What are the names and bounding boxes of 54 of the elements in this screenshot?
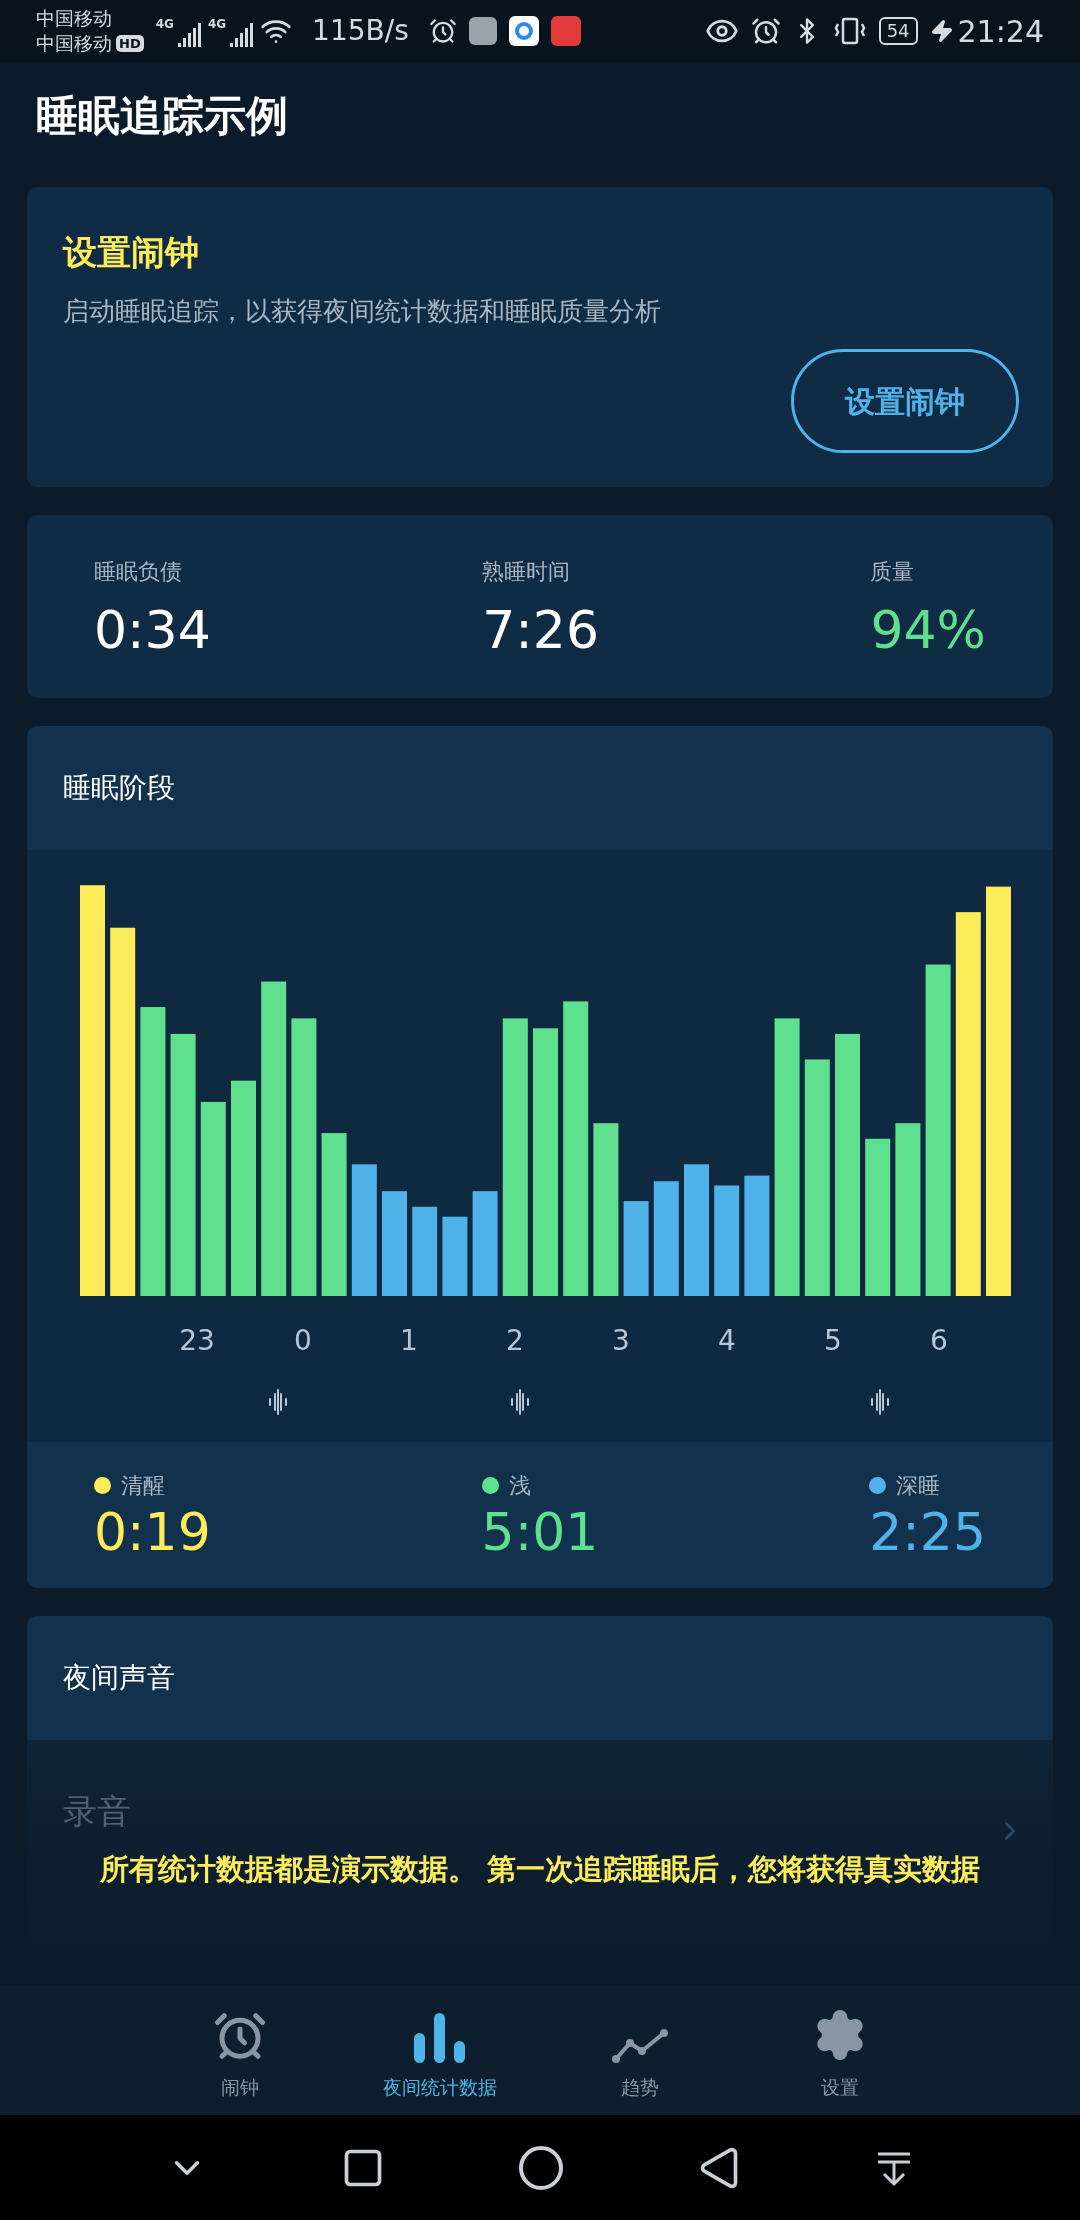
stat-label: 睡眠负债 [94, 558, 183, 586]
card-title: 设置闹钟 [63, 231, 200, 274]
stat-label: 质量 [870, 558, 916, 586]
legend-value: 0:19 [94, 1501, 211, 1562]
hour-label: 5 [823, 1323, 843, 1359]
network-type: 4G [155, 16, 174, 33]
battery-level: 54 [878, 17, 918, 45]
stat-value: 94% [870, 602, 986, 658]
nav-tab[interactable]: 趋势 [540, 1985, 740, 2115]
stat-value: 0:34 [94, 602, 211, 658]
stat-value: 7:26 [482, 602, 599, 658]
demo-data-notice: 所有统计数据都是演示数据。 第一次追踪睡眠后，您将获得真实数据 [99, 1851, 981, 1888]
hour-label: 4 [717, 1323, 737, 1359]
clock-time: 21:24 [957, 12, 1044, 51]
card-title: 夜间声音 [63, 1660, 175, 1696]
vibrate-icon [832, 16, 867, 46]
legend-label: 清醒 [121, 1471, 165, 1500]
network-speed: 115B/s [312, 13, 409, 49]
set-alarm-button[interactable]: 设置闹钟 [791, 349, 1019, 453]
app-icon [468, 17, 497, 45]
legend-label: 深睡 [896, 1471, 941, 1500]
hour-label: 2 [505, 1323, 525, 1359]
carrier-name: 中国移动 [36, 31, 112, 56]
page-title: 睡眠追踪示例 [36, 90, 289, 142]
nav-tab[interactable]: 闹钟 [140, 1985, 340, 2115]
hour-label: 23 [178, 1323, 216, 1359]
nav-tab[interactable]: 设置 [740, 1985, 940, 2115]
legend-label: 浅 [508, 1471, 531, 1500]
sound-wave-icon [509, 1389, 531, 1415]
trend-line-icon [612, 2028, 668, 2063]
alarm-clock-icon [750, 16, 781, 46]
home-icon[interactable] [516, 2143, 565, 2192]
card-title: 睡眠阶段 [63, 770, 175, 806]
sound-wave-icon [869, 1389, 891, 1415]
hour-label: 6 [929, 1323, 949, 1359]
hour-label: 0 [293, 1323, 313, 1359]
hour-label: 1 [399, 1323, 419, 1359]
alarm-clock-icon [428, 17, 457, 45]
app-icon [550, 16, 581, 46]
sound-wave-icon [267, 1389, 289, 1415]
stat-label: 熟睡时间 [482, 558, 572, 586]
charging-icon [929, 19, 954, 43]
network-type: 4G [207, 16, 227, 33]
carrier-name: 中国移动 [36, 6, 113, 31]
legend-value: 2:25 [869, 1501, 986, 1562]
card-description: 启动睡眠追踪，以获得夜间统计数据和睡眠质量分析 [63, 295, 662, 328]
bar-chart-icon [412, 2012, 468, 2063]
hour-label: 3 [611, 1323, 631, 1359]
nav-tab[interactable]: 夜间统计数据 [340, 1985, 540, 2115]
legend-value: 5:01 [481, 1501, 599, 1562]
recording-title: 录音 [63, 1789, 131, 1833]
signal-icon [177, 23, 204, 47]
app-icon [508, 16, 539, 46]
hd-badge: HD [116, 35, 144, 52]
